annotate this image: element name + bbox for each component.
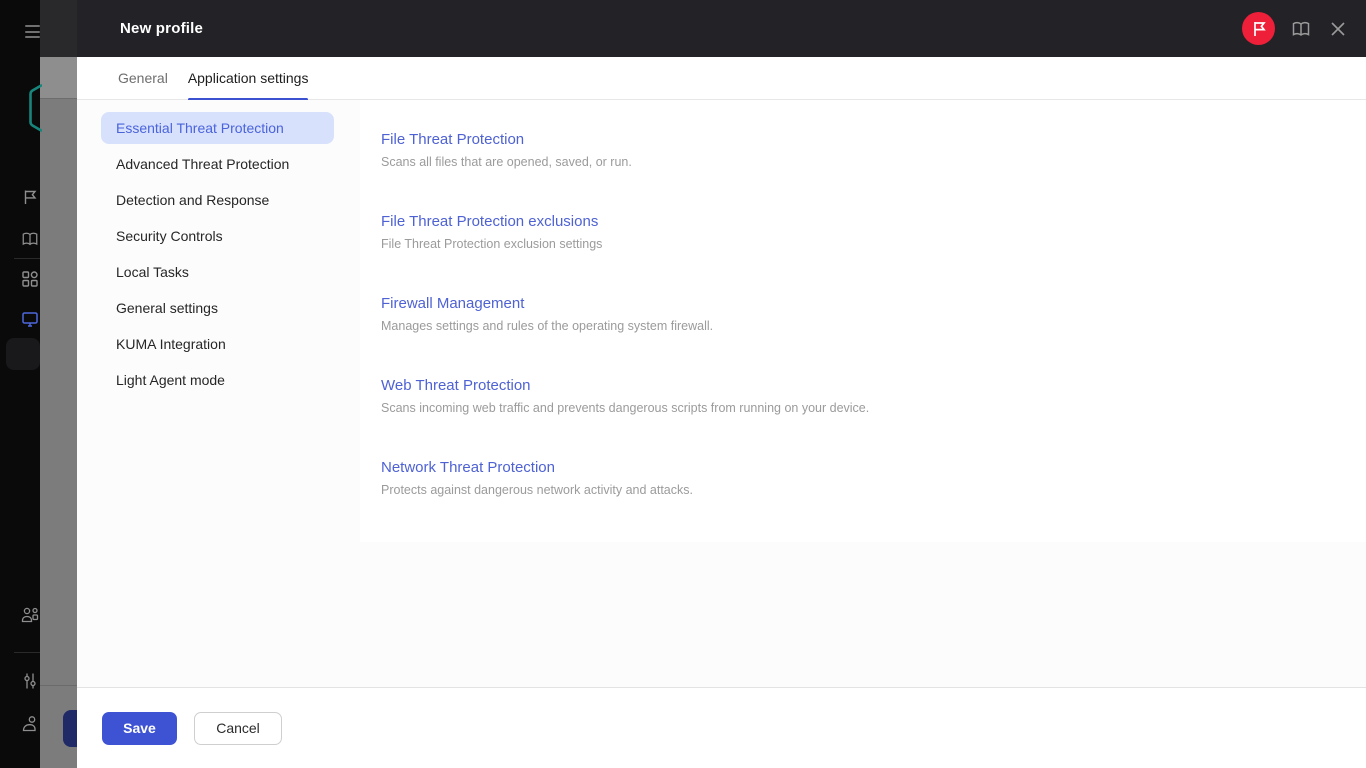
account-icon[interactable] [21, 715, 39, 733]
page-title: New profile [120, 20, 203, 37]
section-firewall-management: Firewall Management Manages settings and… [381, 294, 1306, 334]
dimmed-page-overlay [40, 0, 77, 768]
nav-item-detection-and-response[interactable]: Detection and Response [101, 184, 334, 216]
dimmed-tabband [40, 57, 77, 98]
tab-bar: General Application settings [77, 57, 1366, 100]
new-profile-drawer: New profile [77, 0, 1366, 768]
section-file-threat-protection: File Threat Protection Scans all files t… [381, 130, 1306, 170]
whats-new-flag-badge[interactable] [1242, 12, 1275, 45]
tab-panel-application-settings: Essential Threat Protection Advanced Thr… [77, 100, 1366, 687]
sidebar-active-item-background [6, 338, 40, 370]
open-book-icon[interactable] [21, 230, 39, 248]
nav-item-advanced-threat-protection[interactable]: Advanced Threat Protection [101, 148, 334, 180]
dimmed-divider [40, 98, 77, 99]
nav-item-local-tasks[interactable]: Local Tasks [101, 256, 334, 288]
dimmed-topbar [40, 0, 77, 57]
user-group-icon[interactable] [21, 606, 39, 624]
section-network-threat-protection: Network Threat Protection Protects again… [381, 458, 1306, 498]
cancel-button[interactable]: Cancel [194, 712, 282, 745]
menu-hamburger-icon[interactable] [25, 25, 40, 38]
screen: New profile [0, 0, 1366, 768]
header-icons [1242, 12, 1349, 45]
nav-item-kuma-integration[interactable]: KUMA Integration [101, 328, 334, 360]
sliders-icon[interactable] [21, 672, 39, 690]
section-description: Scans incoming web traffic and prevents … [381, 400, 1306, 416]
help-book-icon[interactable] [1290, 18, 1312, 40]
drawer-footer: Save Cancel [77, 687, 1366, 768]
section-description: File Threat Protection exclusion setting… [381, 236, 1306, 252]
app-sidebar [0, 0, 40, 768]
file-threat-protection-exclusions-link[interactable]: File Threat Protection exclusions [381, 212, 598, 232]
save-button[interactable]: Save [102, 712, 177, 745]
section-file-threat-protection-exclusions: File Threat Protection exclusions File T… [381, 212, 1306, 252]
nav-item-essential-threat-protection[interactable]: Essential Threat Protection [101, 112, 334, 144]
tab-application-settings[interactable]: Application settings [188, 57, 309, 100]
apps-grid-icon[interactable] [21, 270, 39, 288]
tab-general[interactable]: General [118, 57, 168, 100]
flag-icon[interactable] [21, 188, 39, 206]
dimmed-save-button-fragment [63, 710, 77, 747]
sidebar-divider [14, 652, 40, 653]
settings-category-nav: Essential Threat Protection Advanced Thr… [101, 112, 334, 400]
section-description: Protects against dangerous network activ… [381, 482, 1306, 498]
network-threat-protection-link[interactable]: Network Threat Protection [381, 458, 555, 478]
drawer-header: New profile [77, 0, 1366, 57]
sidebar-divider [14, 258, 40, 259]
settings-sections: File Threat Protection Scans all files t… [381, 100, 1306, 540]
nav-item-general-settings[interactable]: General settings [101, 292, 334, 324]
section-description: Scans all files that are opened, saved, … [381, 154, 1306, 170]
close-icon[interactable] [1327, 18, 1349, 40]
firewall-management-link[interactable]: Firewall Management [381, 294, 524, 314]
file-threat-protection-link[interactable]: File Threat Protection [381, 130, 524, 150]
nav-item-security-controls[interactable]: Security Controls [101, 220, 334, 252]
brand-hexagon-logo [26, 83, 42, 138]
web-threat-protection-link[interactable]: Web Threat Protection [381, 376, 531, 396]
section-description: Manages settings and rules of the operat… [381, 318, 1306, 334]
dimmed-divider [40, 685, 77, 686]
section-web-threat-protection: Web Threat Protection Scans incoming web… [381, 376, 1306, 416]
nav-item-light-agent-mode[interactable]: Light Agent mode [101, 364, 334, 396]
monitor-icon[interactable] [21, 310, 39, 328]
